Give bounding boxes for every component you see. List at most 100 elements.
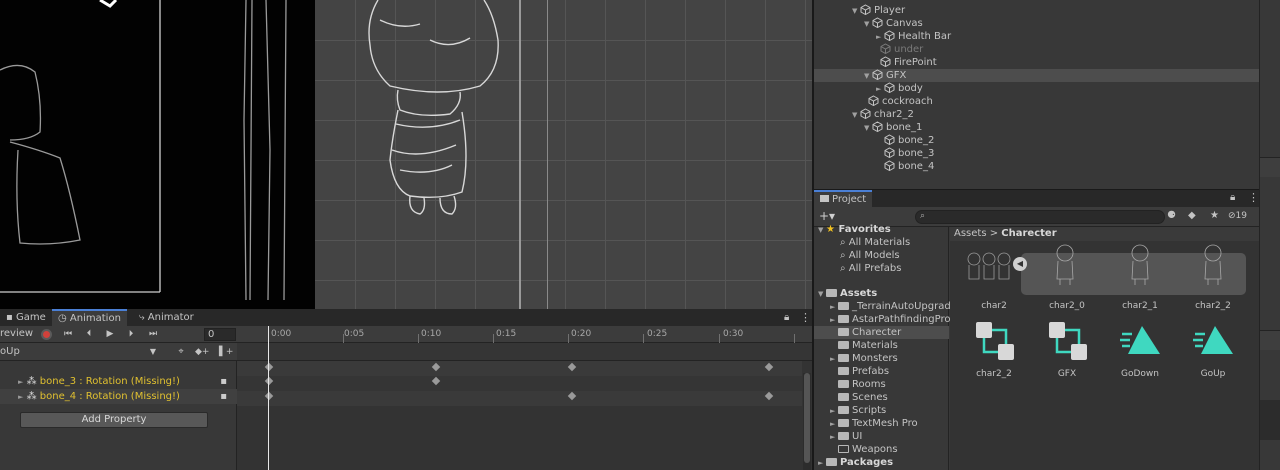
hierarchy-item-bone-1[interactable]: ▼ bone_1 <box>864 121 922 134</box>
sprite-icon[interactable] <box>1050 239 1080 289</box>
clip-selector[interactable]: oUp ▼ <box>0 345 158 359</box>
hierarchy-item-gfx[interactable]: ▼ GFX <box>814 69 1259 82</box>
hierarchy-item-health-bar[interactable]: ► Health Bar <box>876 30 951 43</box>
dopesheet-row <box>237 391 802 406</box>
folder-icon <box>838 406 849 414</box>
hierarchy-item-firepoint[interactable]: FirePoint <box>872 56 937 69</box>
tree-folder[interactable]: ► Monsters <box>814 352 949 365</box>
create-add-button[interactable]: +▾ <box>819 209 835 223</box>
expand-icon: ► <box>18 378 24 386</box>
tree-folder[interactable]: Weapons <box>814 443 949 456</box>
tree-folder[interactable]: ► _TerrainAutoUpgrade <box>814 300 957 313</box>
hierarchy-item-canvas[interactable]: ▼ Canvas <box>864 17 923 30</box>
animation-clip-icon[interactable] <box>1193 322 1237 358</box>
breadcrumb-root[interactable]: Assets <box>954 228 987 239</box>
collapse-subassets-button[interactable]: ◀ <box>1013 257 1027 271</box>
tree-assets[interactable]: ▼ Assets <box>814 287 949 300</box>
last-keyframe-button[interactable]: ⏭ <box>146 328 160 341</box>
hierarchy-item-bone-2[interactable]: bone_2 <box>884 134 934 147</box>
prefab-variant-icon[interactable] <box>1047 320 1089 362</box>
hierarchy-item-bone-3[interactable]: bone_3 <box>884 147 934 160</box>
playhead[interactable] <box>268 326 269 470</box>
kebab-menu-icon[interactable]: ⋮ <box>1248 191 1259 204</box>
folder-icon <box>838 419 849 427</box>
cube-icon <box>880 56 891 67</box>
property-row-bone-4[interactable]: ► ⁂ bone_4 : Rotation (Missing!) ▪ <box>0 389 237 404</box>
hidden-packages-toggle[interactable]: ⊘19 <box>1228 211 1247 221</box>
add-event-button[interactable]: ▌+ <box>219 346 233 359</box>
kebab-menu-icon[interactable]: ⋮ <box>800 311 811 324</box>
tree-folder[interactable]: ► Scripts <box>814 404 949 417</box>
cube-icon <box>872 121 883 132</box>
inspector-panel-edge[interactable] <box>1259 0 1280 470</box>
asset-label: char2 <box>981 301 1007 311</box>
hierarchy-item-player[interactable]: ▼ Player <box>852 4 905 17</box>
project-panel[interactable]: Project 🔒︎ ⋮ +▾ ⌕ ⚈ ◆ ★ ⊘19 ▼ ★ Favorites… <box>814 190 1259 470</box>
game-icon: ▪ <box>6 312 13 323</box>
lock-icon[interactable]: 🔒︎ <box>1230 192 1235 203</box>
tree-folder[interactable]: Materials <box>814 339 949 352</box>
dopesheet[interactable] <box>237 361 812 470</box>
remove-property-icon[interactable]: ▪ <box>220 389 227 404</box>
timeline-ruler[interactable]: 0:00 0:05 0:10 0:15 0:20 0:25 0:30 <box>237 326 812 343</box>
hierarchy-item-cockroach[interactable]: cockroach <box>860 95 933 108</box>
preview-toggle[interactable]: review <box>0 328 33 339</box>
tree-folder-selected[interactable]: Charecter <box>814 326 949 339</box>
sprite-icon[interactable] <box>1125 239 1155 289</box>
filter-by-type-icon[interactable]: ⚈ <box>1167 210 1176 221</box>
add-keyframe-button[interactable]: ◆+ <box>195 346 209 359</box>
project-folder-tree[interactable]: ▼ ★ Favorites ⌕ All Materials ⌕ All Model… <box>814 224 969 470</box>
tree-packages[interactable]: ► Packages <box>814 456 949 469</box>
lock-icon[interactable]: 🔒︎ <box>784 312 789 323</box>
tree-folder[interactable]: Rooms <box>814 378 949 391</box>
filter-by-label-icon[interactable]: ◆ <box>1188 210 1196 221</box>
tree-folder[interactable]: Scenes <box>814 391 949 404</box>
hierarchy-item-bone-4[interactable]: bone_4 <box>884 160 934 173</box>
vertical-scrollbar[interactable] <box>803 373 811 470</box>
tree-favorite-item[interactable]: ⌕ All Materials <box>814 236 949 249</box>
transform-icon: ⁂ <box>26 376 37 387</box>
hierarchy-item-body[interactable]: ► body <box>876 82 923 95</box>
project-asset-grid[interactable]: Assets > Charecter ◀ char2 char2_0 char2… <box>950 227 1259 470</box>
record-button[interactable] <box>41 329 52 340</box>
previous-keyframe-button[interactable]: ⏴ <box>82 328 96 341</box>
cube-icon <box>872 17 883 28</box>
scene-view[interactable] <box>0 0 812 309</box>
breadcrumb-current: Charecter <box>1001 228 1057 239</box>
prefab-variant-icon[interactable] <box>974 320 1016 362</box>
first-keyframe-button[interactable]: ⏮ <box>61 328 75 341</box>
expand-icon: ► <box>18 393 24 401</box>
favorite-star-icon[interactable]: ★ <box>1210 210 1219 221</box>
hierarchy-panel[interactable]: ························· ▼Player ▼Canva… <box>814 0 1259 189</box>
dopesheet-summary-row[interactable] <box>237 343 812 361</box>
tree-folder[interactable]: ► TextMesh Pro <box>814 417 949 430</box>
hierarchy-item-under[interactable]: under <box>872 43 923 56</box>
tree-folder[interactable]: Prefabs <box>814 365 949 378</box>
next-keyframe-button[interactable]: ⏵ <box>124 328 138 341</box>
add-property-button[interactable]: Add Property <box>20 412 208 428</box>
tab-animation[interactable]: ◷ Animation <box>52 309 127 326</box>
filter-keyframes-icon[interactable]: ⌖ <box>174 346 188 359</box>
property-row-bone-3[interactable]: ► ⁂ bone_3 : Rotation (Missing!) ▪ <box>0 374 237 389</box>
inspector-field[interactable] <box>1260 400 1280 440</box>
tree-folder[interactable]: ► UI <box>814 430 949 443</box>
animation-clip-icon[interactable] <box>1120 322 1164 358</box>
hierarchy-item-char2-2[interactable]: ▼ char2_2 <box>852 108 914 121</box>
inspector-component-header[interactable] <box>1260 330 1280 350</box>
search-icon: ⌕ <box>920 211 926 221</box>
remove-property-icon[interactable]: ▪ <box>220 374 227 389</box>
tab-project[interactable]: Project <box>814 190 873 207</box>
tree-folder[interactable]: ► AstarPathfindingProject <box>814 313 969 326</box>
tab-animator[interactable]: ⤷ Animator <box>133 309 200 326</box>
tree-favorite-item[interactable]: ⌕ All Prefabs <box>814 262 949 275</box>
sprite-icon[interactable] <box>1198 239 1228 289</box>
tree-favorites[interactable]: ▼ ★ Favorites <box>814 223 949 236</box>
inspector-component-header[interactable] <box>1260 157 1280 177</box>
search-input[interactable]: ⌕ <box>915 210 1165 224</box>
play-button[interactable]: ▶ <box>103 328 117 341</box>
frame-input[interactable]: 0 <box>204 328 236 341</box>
tree-favorite-item[interactable]: ⌕ All Models <box>814 249 949 262</box>
animation-property-list[interactable]: ► ⁂ bone_3 : Rotation (Missing!) ▪ ► ⁂ b… <box>0 361 237 470</box>
animation-panel[interactable]: ▪ Game ◷ Animation ⤷ Animator 🔒︎ ⋮ revie… <box>0 309 812 470</box>
tab-game[interactable]: ▪ Game <box>0 309 52 326</box>
